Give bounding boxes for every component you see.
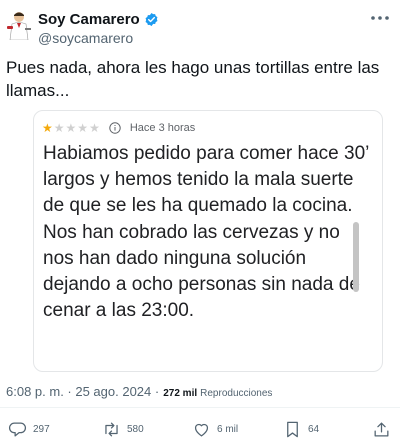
views-label: Reproducciones (200, 388, 273, 399)
star-icon-empty: ★ (77, 121, 89, 135)
bookmark-count: 64 (308, 424, 320, 435)
views-count: 272 mil (163, 388, 198, 399)
divider (0, 407, 400, 408)
tweet-header: Soy Camarero @soycamarero (0, 0, 400, 48)
tweet-text: Pues nada, ahora les hago unas tortillas… (6, 58, 380, 100)
star-icon-empty: ★ (53, 121, 65, 135)
reply-count: 297 (33, 424, 50, 435)
heart-icon (194, 423, 209, 437)
like-button[interactable]: 6 mil (192, 420, 238, 439)
star-icon-empty: ★ (89, 121, 100, 135)
action-bar: 297 580 6 mil 64 (0, 416, 400, 444)
share-button[interactable] (372, 420, 391, 439)
reply-icon (9, 422, 26, 437)
user-handle[interactable]: @soycamarero (38, 30, 133, 46)
avatar[interactable] (6, 10, 32, 41)
repost-icon (105, 422, 118, 437)
rating-row: ★ ★ ★ ★ ★ Hace 3 horas (42, 122, 195, 134)
bookmark-button[interactable]: 64 (283, 420, 319, 439)
repost-button[interactable]: 580 (102, 420, 144, 439)
info-icon (109, 122, 121, 134)
star-icon-empty: ★ (65, 121, 77, 135)
tweet-meta: 6:08 p. m. · 25 ago. 2024 · 272 mil Repr… (6, 384, 272, 399)
name-row: Soy Camarero (38, 11, 159, 28)
like-count: 6 mil (217, 424, 239, 435)
repost-count: 580 (127, 424, 144, 435)
display-name[interactable]: Soy Camarero (38, 11, 140, 28)
avatar-image (7, 12, 31, 41)
review-text: Habiamos pedido para comer hace 30’ larg… (43, 143, 369, 322)
review-screenshot[interactable]: ★ ★ ★ ★ ★ Hace 3 horas Habiamos pedido p… (33, 110, 383, 372)
more-options-icon[interactable] (370, 14, 390, 22)
star-icon-filled: ★ (42, 121, 53, 135)
verified-badge-icon (145, 12, 158, 27)
scrollbar[interactable] (353, 222, 359, 292)
share-icon (374, 422, 389, 437)
bookmark-icon (287, 421, 298, 438)
reply-button[interactable]: 297 (8, 420, 50, 439)
tweet-datetime[interactable]: 6:08 p. m. · 25 ago. 2024 · (6, 384, 159, 399)
review-time: Hace 3 horas (129, 122, 196, 134)
